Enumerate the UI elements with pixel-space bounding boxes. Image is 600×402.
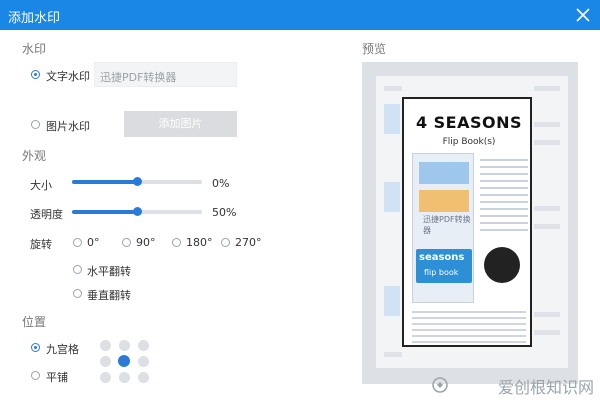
doc-sidebar-block: [384, 104, 400, 134]
size-label: 大小: [30, 179, 52, 192]
rotate-0-label[interactable]: 0°: [87, 236, 100, 249]
doc-line: [534, 86, 560, 91]
opacity-label: 透明度: [30, 208, 63, 221]
opacity-value: 50%: [212, 206, 237, 219]
section-position: 位置: [22, 315, 47, 329]
tile-position-label[interactable]: 平铺: [46, 369, 68, 385]
grid-position-radio[interactable]: [31, 343, 40, 352]
grid-cell-2[interactable]: [119, 340, 130, 351]
opacity-slider-fill: [72, 210, 137, 214]
brand-watermark: 爱创根知识网: [497, 378, 594, 397]
size-slider-thumb[interactable]: [133, 177, 142, 186]
doc-sidebar-block: [384, 286, 400, 316]
doc-line: [534, 330, 560, 335]
grid-cell-6[interactable]: [138, 356, 149, 367]
doc-sidebar-block: [384, 182, 400, 212]
grid-cell-3[interactable]: [138, 340, 149, 351]
card-logo: [484, 247, 520, 283]
rotate-270-label[interactable]: 270°: [235, 236, 262, 249]
grid-cell-4[interactable]: [100, 356, 111, 367]
watermark-text-input[interactable]: 迅捷PDF转换器: [94, 62, 237, 87]
grid-cell-5[interactable]: [118, 355, 130, 367]
grid-cell-8[interactable]: [119, 372, 130, 383]
card-title: 4 SEASONS: [415, 113, 523, 132]
grid-position-label[interactable]: 九宫格: [46, 341, 79, 357]
grid-cell-9[interactable]: [138, 372, 149, 383]
flip-vertical-label[interactable]: 垂直翻转: [87, 287, 131, 303]
rotate-90-radio[interactable]: [122, 238, 131, 247]
rotate-label: 旋转: [30, 238, 52, 251]
close-icon[interactable]: [572, 4, 594, 26]
size-value: 0%: [212, 177, 230, 190]
rotate-90-label[interactable]: 90°: [136, 236, 156, 249]
doc-line: [534, 122, 560, 127]
image-watermark-label[interactable]: 图片水印: [46, 118, 90, 134]
photo-block: [419, 162, 469, 184]
tile-position-radio[interactable]: [31, 371, 40, 380]
card-text-lines: [480, 159, 528, 236]
card-subtitle: Flip Book(s): [442, 137, 496, 147]
panel-title: seasons: [419, 252, 465, 263]
dialog-title: 添加水印: [8, 11, 61, 26]
watermark-preview-text: 迅捷PDF转换器: [423, 215, 471, 235]
doc-line: [534, 224, 560, 229]
section-watermark: 水印: [22, 42, 47, 56]
doc-line: [534, 206, 560, 211]
card-footer-lines: [412, 311, 526, 347]
grid-cell-7[interactable]: [100, 372, 111, 383]
dialog-titlebar: 添加水印: [0, 0, 600, 30]
doc-line: [384, 352, 402, 357]
grid-cell-1[interactable]: [100, 340, 111, 351]
brand-logo-icon: [432, 377, 448, 393]
size-slider-fill: [72, 180, 137, 184]
doc-line: [534, 312, 560, 317]
flip-horizontal-label[interactable]: 水平翻转: [87, 263, 131, 279]
watermark-text-value: 迅捷PDF转换器: [100, 71, 177, 84]
rotate-270-radio[interactable]: [221, 238, 230, 247]
panel-subtitle: flip book: [424, 268, 459, 277]
section-appearance: 外观: [22, 149, 47, 163]
rotate-0-radio[interactable]: [73, 238, 82, 247]
add-image-button[interactable]: 添加图片: [124, 111, 237, 137]
text-watermark-label[interactable]: 文字水印: [46, 68, 90, 84]
photo-block: [419, 190, 469, 212]
rotate-180-label[interactable]: 180°: [186, 236, 213, 249]
flip-vertical-radio[interactable]: [73, 289, 82, 298]
card-blue-panel: seasons flip book: [416, 249, 472, 283]
preview-page-card: 4 SEASONS Flip Book(s) 迅捷PDF转换器 seasons …: [402, 97, 532, 347]
opacity-slider-thumb[interactable]: [133, 207, 142, 216]
text-watermark-radio[interactable]: [31, 70, 40, 79]
flip-horizontal-radio[interactable]: [73, 265, 82, 274]
rotate-180-radio[interactable]: [172, 238, 181, 247]
doc-line: [534, 140, 560, 145]
section-preview: 预览: [362, 42, 387, 56]
doc-line: [384, 86, 402, 91]
image-watermark-radio[interactable]: [31, 120, 40, 129]
